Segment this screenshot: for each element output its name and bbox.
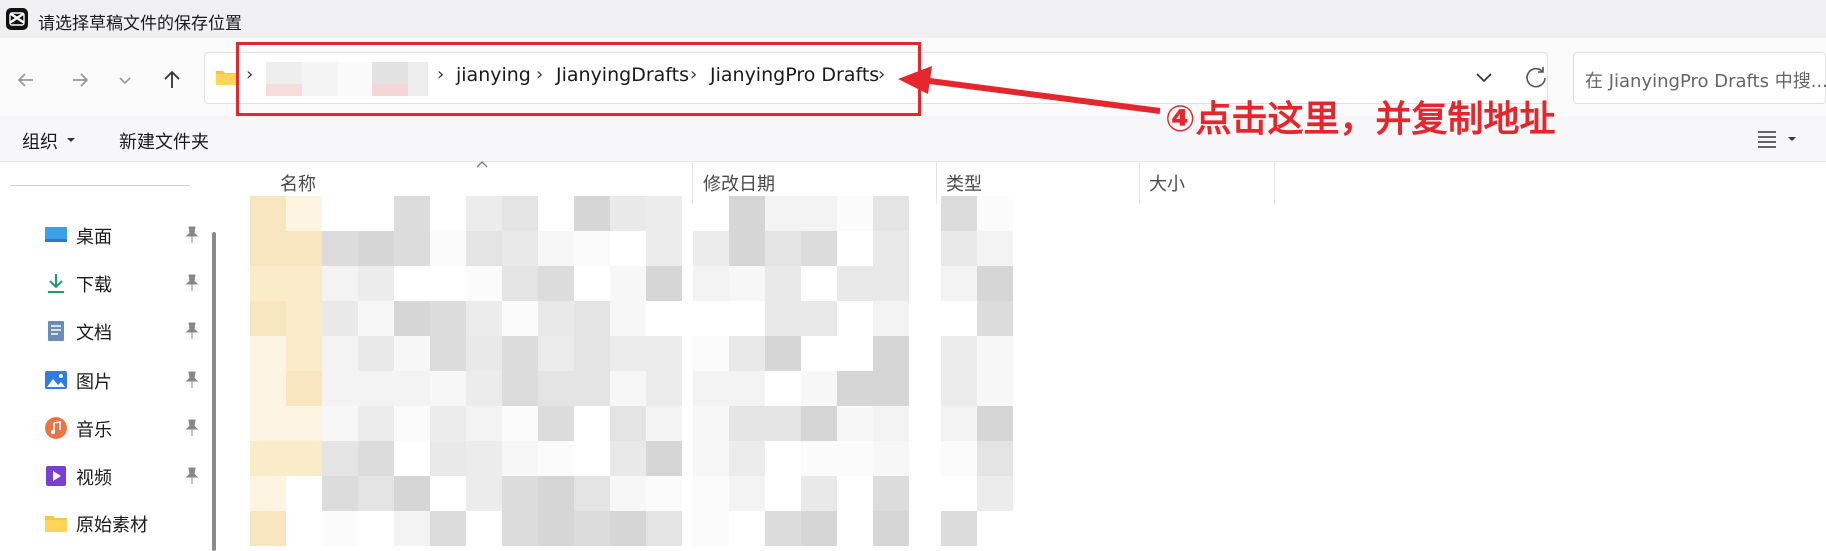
annotation-text: ④点击这里，并复制地址 — [1165, 99, 1556, 140]
annotation-arrow — [898, 66, 1161, 114]
